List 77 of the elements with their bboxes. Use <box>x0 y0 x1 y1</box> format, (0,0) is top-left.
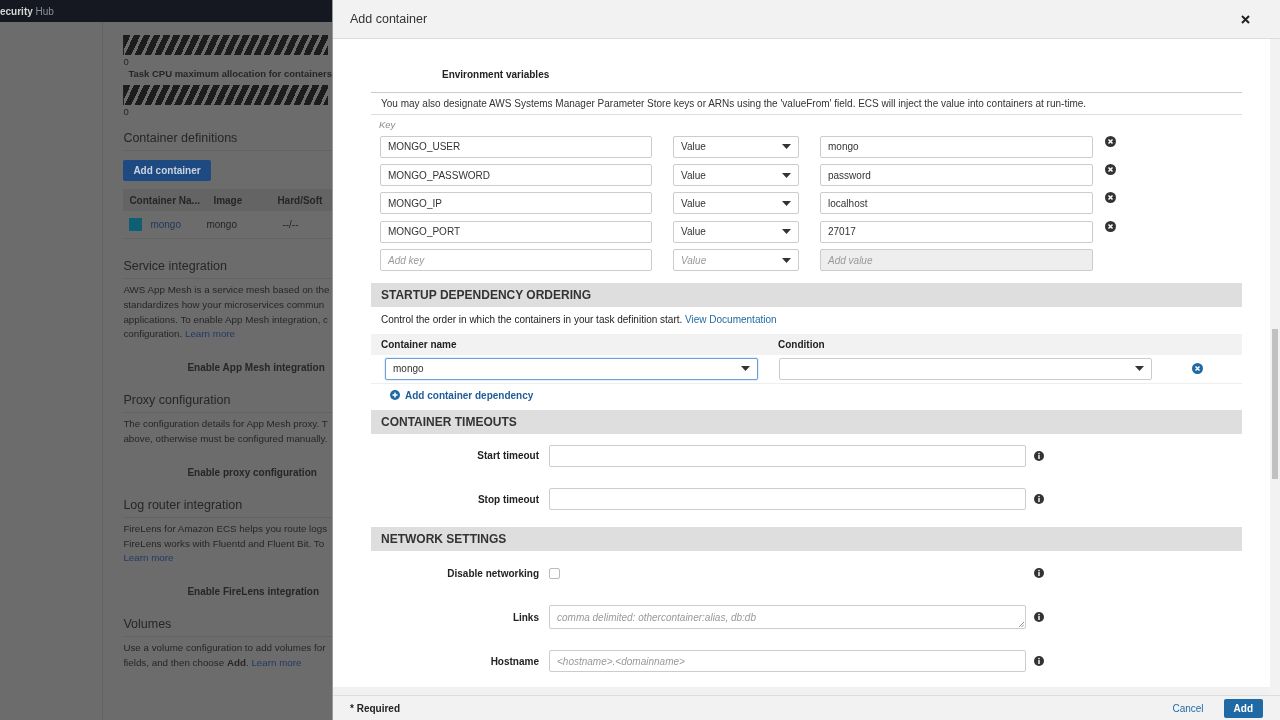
remove-icon[interactable] <box>1105 220 1116 232</box>
field-label: Disable networking <box>446 567 540 579</box>
table-cell-text: mongo <box>206 219 238 230</box>
section-description: FireLens for Amazon ECS helps you route logs FireLens works with Fluentd and Fluent Bit. To Learn more <box>123 521 329 566</box>
caret-icon <box>1135 366 1144 372</box>
value-field[interactable]: mongo <box>820 135 1093 158</box>
table-cell: --/-- <box>282 219 299 230</box>
section-header: NETWORK SETTINGS <box>371 527 1242 552</box>
field-label: Start timeout <box>476 450 540 461</box>
section-description: Use a volume configuration to add volumes for fields, and then choose Add. Learn more <box>123 641 327 670</box>
remove-icon[interactable] <box>1192 363 1203 375</box>
remove-icon[interactable] <box>1105 135 1116 147</box>
type-select[interactable]: Value <box>673 192 799 215</box>
close-icon[interactable] <box>1241 14 1250 24</box>
vertical-scrollbar[interactable] <box>1270 39 1280 695</box>
key-field[interactable]: MONGO_USER <box>380 135 652 158</box>
documentation-link[interactable]: View Documentation <box>685 314 777 326</box>
caret-icon <box>782 172 791 178</box>
value-field[interactable]: localhost <box>820 192 1093 215</box>
caret-icon <box>782 200 791 206</box>
add-button[interactable]: Add <box>1223 698 1263 718</box>
section-title: Proxy configuration <box>123 393 332 414</box>
required-note: * Required <box>350 702 401 714</box>
remove-icon[interactable] <box>1105 164 1116 175</box>
plus-icon <box>390 390 400 401</box>
section-description: The configuration details for App Mesh proxy. T above, otherwise must be configured manually. <box>123 417 329 446</box>
info-icon[interactable] <box>1034 612 1044 623</box>
checkbox[interactable] <box>549 567 560 579</box>
value-field[interactable]: 27017 <box>820 220 1093 243</box>
add-dependency-link[interactable]: Add container dependency <box>390 389 534 401</box>
section-title: Volumes <box>123 617 332 638</box>
section-title: Service integration <box>123 259 332 279</box>
column-header: Condition <box>778 339 825 350</box>
field-label: Links <box>511 611 540 623</box>
remove-icon[interactable] <box>1105 192 1116 204</box>
timeout-field[interactable] <box>549 488 1026 511</box>
horizontal-scrollbar[interactable] <box>333 687 1270 695</box>
meter-label: Task CPU maximum allocation for containers <box>128 68 332 79</box>
section-header: CONTAINER TIMEOUTS <box>371 409 1242 434</box>
info-icon[interactable] <box>1034 450 1044 461</box>
timeout-field[interactable] <box>549 444 1026 467</box>
section-description: Control the order in which the containers in your task definition start. View Documentation <box>380 313 778 328</box>
key-field[interactable]: MONGO_IP <box>380 192 652 215</box>
brand-name: ecurity Hub <box>0 5 54 17</box>
type-select[interactable]: Value <box>673 164 799 187</box>
caret-icon <box>782 144 791 150</box>
column-header: Image <box>212 194 244 206</box>
field-label: Stop timeout <box>476 493 540 505</box>
cancel-link[interactable]: Cancel <box>1172 702 1204 714</box>
meter-value: 0 <box>123 56 130 67</box>
section-title: Container definitions <box>123 131 332 151</box>
env-variables-note: You may also designate AWS Systems Manager Parameter Store keys or ARNs using the 'valueFrom' field. ECS will inject the value into containers at run-time. <box>371 92 1242 115</box>
caret-icon <box>782 257 791 263</box>
type-select[interactable]: Value <box>673 220 799 243</box>
key-column-header: Key <box>378 118 397 132</box>
info-icon[interactable] <box>1034 568 1044 579</box>
field-label: Hostname <box>489 655 540 667</box>
section-title: Log router integration <box>123 497 332 518</box>
column-header: Container Na... <box>128 194 201 206</box>
caret-icon <box>782 229 791 235</box>
meter-value: 0 <box>123 106 130 117</box>
info-icon[interactable] <box>1034 494 1044 505</box>
key-field[interactable]: MONGO_PORT <box>380 220 652 243</box>
dialog-title: Add container <box>350 12 428 26</box>
add-container-button[interactable]: Add container <box>123 160 211 181</box>
type-select[interactable]: Value <box>673 135 799 158</box>
column-header: Container name <box>381 339 458 350</box>
env-variables-title: Environment variables <box>442 69 551 80</box>
value-field: Add value <box>820 249 1093 272</box>
key-field[interactable]: MONGO_PASSWORD <box>380 164 652 187</box>
caret-icon <box>741 366 750 372</box>
container-select[interactable]: mongo <box>385 357 758 380</box>
section-header: STARTUP DEPENDENCY ORDERING <box>371 283 1242 308</box>
info-icon[interactable] <box>1034 656 1044 667</box>
resize-grip-icon[interactable] <box>1019 622 1024 628</box>
column-header: Hard/Soft <box>276 194 323 206</box>
value-field[interactable]: password <box>820 164 1093 187</box>
